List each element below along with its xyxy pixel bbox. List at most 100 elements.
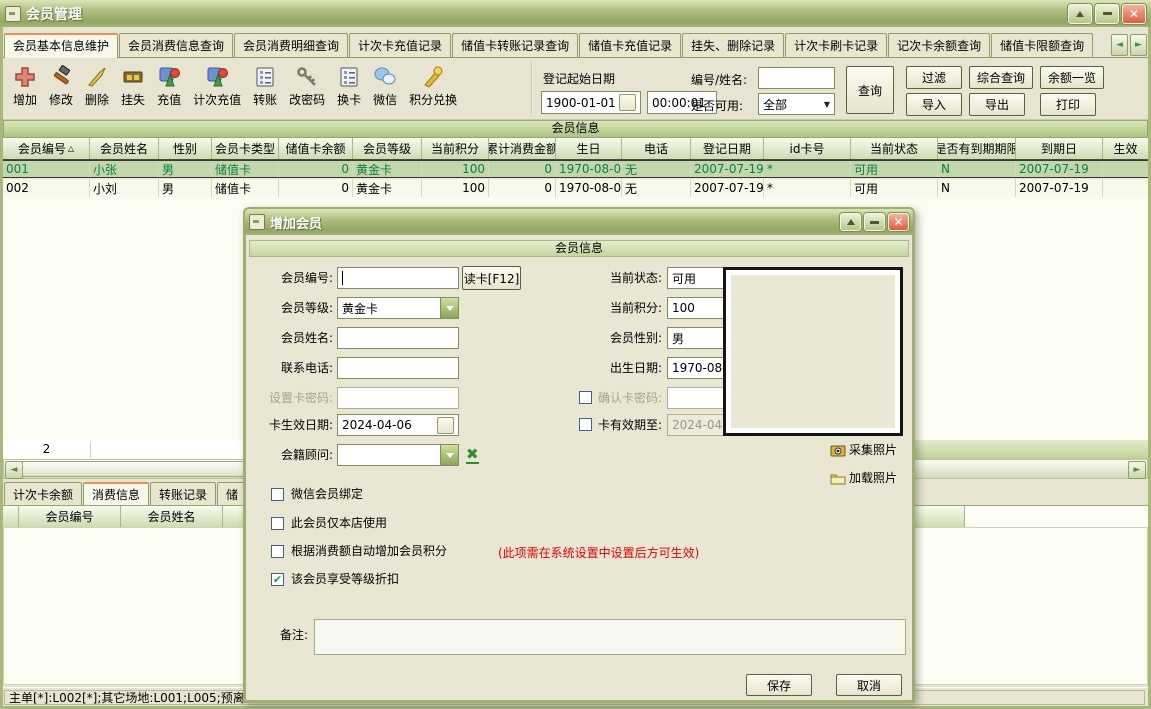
- column-header-birthday[interactable]: 生日: [556, 138, 622, 159]
- report-loss-button[interactable]: 挂失: [115, 63, 151, 110]
- column-header-phone[interactable]: 电话: [622, 138, 691, 159]
- transfer-button[interactable]: 转账: [247, 63, 283, 110]
- count-recharge-label: 计次充值: [193, 91, 241, 108]
- column-header-effective[interactable]: 生效: [1103, 138, 1148, 159]
- column-header-card-type[interactable]: 会员卡类型: [212, 138, 279, 159]
- dialog-close-button[interactable]: ✕: [888, 213, 909, 231]
- tab-count-card-balance-query[interactable]: 记次卡余额查询: [888, 33, 990, 57]
- add-button[interactable]: 增加: [7, 63, 43, 110]
- member-name-input[interactable]: [337, 327, 459, 349]
- wechat-bind-checkbox[interactable]: [271, 488, 284, 501]
- wechat-icon: [373, 65, 397, 89]
- tab-scroll-left-button[interactable]: ◄: [1111, 34, 1128, 56]
- wechat-button[interactable]: 微信: [367, 63, 403, 110]
- tab-member-basic-info[interactable]: 会员基本信息维护: [4, 33, 118, 58]
- cancel-button[interactable]: 取消: [836, 674, 902, 696]
- card-start-date-picker-button[interactable]: [437, 417, 454, 434]
- tab-transfer-records[interactable]: 转账记录: [150, 482, 216, 506]
- export-button[interactable]: 导出: [969, 93, 1025, 116]
- combined-query-button[interactable]: 综合查询: [969, 66, 1033, 89]
- close-button[interactable]: ✕: [1122, 4, 1146, 24]
- balance-overview-button[interactable]: 余额一览: [1040, 66, 1104, 89]
- toolbar: 增加 修改 删除 挂失 充值 计次充值: [3, 58, 1148, 120]
- query-button[interactable]: 查询: [846, 66, 894, 114]
- column-header-gender[interactable]: 性别: [159, 138, 212, 159]
- grade-discount-checkbox[interactable]: ✔: [271, 573, 284, 586]
- print-button[interactable]: 打印: [1040, 93, 1096, 116]
- set-password-input[interactable]: [337, 387, 459, 409]
- points-exchange-button[interactable]: 积分兑换: [403, 63, 463, 110]
- import-button[interactable]: 导入: [906, 93, 962, 116]
- card-start-date-label: 卡生效日期:: [251, 414, 333, 436]
- auto-points-checkbox[interactable]: [271, 545, 284, 558]
- scrollbar-thumb[interactable]: [22, 461, 250, 477]
- advisor-dropdown[interactable]: [337, 444, 459, 466]
- reg-date-input[interactable]: 1900-01-01: [541, 91, 641, 114]
- toolbar-separator: [531, 62, 533, 114]
- column-header-has-expiry[interactable]: 是否有到期期限: [938, 138, 1016, 159]
- dropdown-button-icon[interactable]: [440, 298, 458, 318]
- column-header-points[interactable]: 当前积分: [422, 138, 489, 159]
- column-header-id-card[interactable]: id卡号: [764, 138, 851, 159]
- scrollbar-left-button[interactable]: ◄: [5, 461, 23, 479]
- tab-count-card-recharge[interactable]: 计次卡充值记录: [349, 33, 451, 57]
- table-row-selected[interactable]: 001 小张 男 储值卡 0 黄金卡 100 0 1970-08-0 无 200…: [3, 160, 1148, 178]
- bottom-column-member-name[interactable]: 会员姓名: [121, 506, 223, 528]
- load-photo-button[interactable]: 加载照片: [830, 469, 897, 486]
- column-header-status[interactable]: 当前状态: [851, 138, 938, 159]
- store-only-checkbox[interactable]: [271, 517, 284, 530]
- tab-value-card-transfer-query[interactable]: 储值卡转账记录查询: [452, 33, 578, 57]
- minimize-button[interactable]: [1095, 4, 1119, 24]
- save-button[interactable]: 保存: [746, 674, 812, 696]
- reg-date-picker-button[interactable]: [619, 94, 636, 111]
- dialog-minimize-button[interactable]: [864, 213, 885, 231]
- scroll-left-icon: ◄: [11, 465, 18, 475]
- cell-birthday: 1970-08-0: [556, 161, 622, 177]
- column-header-expiry-date[interactable]: 到期日: [1016, 138, 1103, 159]
- modify-button[interactable]: 修改: [43, 63, 79, 110]
- dialog-rollup-button[interactable]: [840, 213, 861, 231]
- advisor-label: 会籍顾问:: [251, 444, 333, 466]
- tab-consume-detail-query[interactable]: 会员消费明细查询: [234, 33, 348, 57]
- recharge-button[interactable]: 充值: [151, 63, 187, 110]
- column-header-reg-date[interactable]: 登记日期: [691, 138, 764, 159]
- phone-input[interactable]: [337, 357, 459, 379]
- grade-dropdown[interactable]: 黄金卡: [337, 297, 459, 319]
- usable-filter-dropdown[interactable]: 全部 ▼: [758, 93, 835, 115]
- column-header-member-name[interactable]: 会员姓名: [90, 138, 159, 159]
- tab-consume-info[interactable]: 消费信息: [83, 482, 149, 507]
- remark-textarea[interactable]: [314, 619, 906, 655]
- table-row[interactable]: 002 小刘 男 储值卡 0 黄金卡 100 0 1970-08-0 无 200…: [3, 179, 1148, 197]
- clear-advisor-button[interactable]: ✖: [466, 447, 479, 464]
- count-recharge-button[interactable]: 计次充值: [187, 63, 247, 110]
- tab-count-card-swipe[interactable]: 计次卡刷卡记录: [785, 33, 887, 57]
- folder-icon: [830, 471, 846, 485]
- delete-button[interactable]: 删除: [79, 63, 115, 110]
- bottom-column-member-no[interactable]: 会员编号: [19, 506, 121, 528]
- tab-consume-info-query[interactable]: 会员消费信息查询: [119, 33, 233, 57]
- rollup-button[interactable]: [1068, 4, 1092, 24]
- column-header-card-balance[interactable]: 储值卡余额: [279, 138, 353, 159]
- exchange-icon: [421, 65, 445, 89]
- tab-loss-delete-records[interactable]: 挂失、删除记录: [682, 33, 784, 57]
- filter-button[interactable]: 过滤: [906, 66, 962, 89]
- cell-gender: 男: [159, 179, 212, 197]
- points-exchange-label: 积分兑换: [409, 91, 457, 108]
- column-header-grade[interactable]: 会员等级: [353, 138, 422, 159]
- scrollbar-right-button[interactable]: ►: [1128, 461, 1146, 479]
- column-header-member-no[interactable]: 会员编号△: [3, 138, 90, 159]
- tab-value-card-recharge[interactable]: 储值卡充值记录: [579, 33, 681, 57]
- tab-value-card-limit-query[interactable]: 储值卡限额查询: [991, 33, 1093, 57]
- cell-birthday: 1970-08-0: [556, 179, 622, 197]
- name-filter-input[interactable]: [758, 67, 835, 89]
- dropdown-button-icon[interactable]: [440, 445, 458, 465]
- change-password-button[interactable]: 改密码: [283, 63, 331, 110]
- capture-photo-button[interactable]: 采集照片: [830, 441, 897, 458]
- change-card-button[interactable]: 换卡: [331, 63, 367, 110]
- tab-scroll-right-button[interactable]: ►: [1130, 34, 1147, 56]
- member-no-input[interactable]: [337, 267, 459, 289]
- tab-count-card-balance[interactable]: 计次卡余额: [4, 482, 82, 506]
- card-start-date-input[interactable]: 2024-04-06: [337, 414, 459, 436]
- read-card-button[interactable]: 读卡[F12]: [462, 266, 521, 290]
- column-header-total-consume[interactable]: 累计消费金额: [489, 138, 556, 159]
